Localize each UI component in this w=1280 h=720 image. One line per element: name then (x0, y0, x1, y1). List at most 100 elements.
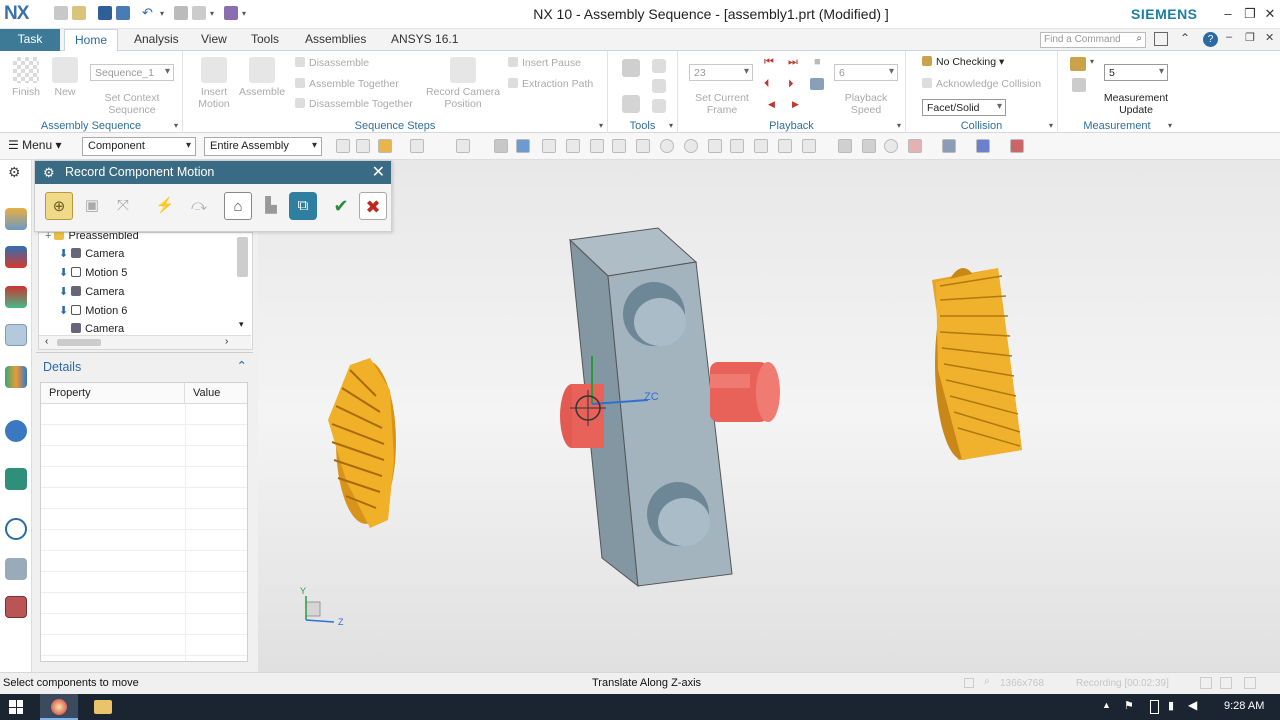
display-icon[interactable] (976, 139, 990, 153)
tab-task[interactable]: Task (0, 29, 60, 51)
tool-icon[interactable] (622, 59, 640, 77)
snap-handle-button[interactable]: ⤧ (109, 192, 137, 220)
selection-scope-select[interactable]: Entire Assembly (204, 137, 322, 156)
acknowledge-collision-button[interactable]: Acknowledge Collision (922, 78, 1041, 90)
chevron-down-icon[interactable]: ▾ (239, 319, 244, 330)
snapshot-button[interactable]: ⧉ (289, 192, 317, 220)
tab-assemblies[interactable]: Assemblies (295, 29, 376, 51)
cancel-button[interactable]: ✖ (359, 192, 387, 220)
close-icon[interactable]: ✕ (372, 161, 385, 184)
set-current-frame-button[interactable]: Set Current Frame (686, 92, 758, 116)
snap-point-icon[interactable] (542, 139, 556, 153)
chevron-down-icon[interactable]: ▾ (599, 121, 603, 130)
sequence-select[interactable]: Sequence_1 (90, 64, 174, 81)
constraint-navigator-icon[interactable] (5, 246, 27, 268)
tool-icon[interactable] (652, 99, 666, 113)
snap-wcs-button[interactable]: ⚡ (151, 192, 179, 220)
minimize-icon[interactable]: – (1217, 3, 1239, 25)
tool-icon[interactable] (622, 95, 640, 113)
disassemble-button[interactable]: Disassemble (295, 57, 369, 69)
spur-gear-right[interactable] (932, 268, 1022, 460)
chevron-down-icon[interactable]: ▾ (242, 9, 246, 18)
step-back-icon[interactable]: ⏴ (764, 78, 770, 91)
tool-icon[interactable] (652, 59, 666, 73)
snap-icon[interactable] (336, 139, 350, 153)
tab-ansys[interactable]: ANSYS 16.1 (381, 29, 468, 51)
network-icon[interactable]: ▮ (1168, 699, 1174, 712)
snap-point-icon[interactable] (636, 139, 650, 153)
part-navigator-icon[interactable] (5, 286, 27, 308)
chevron-up-icon[interactable]: ⌃ (237, 358, 247, 373)
snap-point-icon[interactable] (590, 139, 604, 153)
close-icon[interactable]: ✕ (1259, 3, 1280, 25)
chevron-left-icon[interactable]: ‹ (45, 336, 48, 347)
save-icon[interactable] (98, 6, 112, 20)
battery-icon[interactable] (1150, 700, 1159, 714)
cube-icon[interactable] (516, 139, 530, 153)
graphics-window[interactable]: ZC Y Z (258, 160, 1280, 672)
chevron-down-icon[interactable]: ▾ (174, 121, 178, 130)
tab-analysis[interactable]: Analysis (124, 29, 189, 51)
vertical-scrollbar-thumb[interactable] (237, 237, 248, 277)
start-icon[interactable] (9, 700, 23, 714)
measure-options-icon[interactable] (1072, 78, 1086, 92)
tree-item[interactable]: ⬇ Motion 6 (59, 304, 127, 317)
find-command-input[interactable]: Find a Command ⌕ (1040, 32, 1146, 48)
snap-point-icon[interactable] (612, 139, 626, 153)
insert-pause-button[interactable]: Insert Pause (508, 57, 581, 69)
details-header[interactable]: Details ⌃ (38, 356, 253, 380)
zoom-icon[interactable] (862, 139, 876, 153)
snap-point-icon[interactable] (802, 139, 816, 153)
sequence-navigator-icon[interactable] (5, 324, 27, 346)
facet-solid-select[interactable]: Facet/Solid (922, 99, 1006, 116)
assembly-navigator-icon[interactable] (5, 208, 27, 230)
tab-tools[interactable]: Tools (241, 29, 289, 51)
extraction-path-button[interactable]: Extraction Path (508, 78, 593, 90)
save-all-icon[interactable] (116, 6, 130, 20)
measure-icon[interactable] (1070, 57, 1086, 71)
restore-icon[interactable]: ❐ (1239, 3, 1261, 25)
history-icon[interactable] (5, 518, 27, 540)
chevron-down-icon[interactable]: ▾ (669, 121, 673, 130)
chevron-down-icon[interactable]: ▾ (1168, 121, 1172, 130)
gear-icon[interactable]: ⚙ (43, 161, 55, 184)
rewind-start-icon[interactable]: ⏮ (764, 56, 774, 69)
layout-icon[interactable] (1154, 32, 1168, 46)
assemble-button[interactable]: Assemble (238, 57, 286, 98)
hd3d-tools-icon[interactable] (5, 420, 27, 442)
dialog-title-bar[interactable]: ⚙ Record Component Motion ✕ (35, 161, 391, 184)
frame-input[interactable]: 23 (689, 64, 753, 81)
play-backward-icon[interactable]: ◀ (768, 99, 775, 110)
playback-speed-input[interactable]: 6 (834, 64, 898, 81)
finish-button[interactable]: Finish (6, 57, 46, 98)
measurement-select[interactable]: 5 (1104, 64, 1168, 81)
snap-icon[interactable] (410, 139, 424, 153)
play-forward-icon[interactable]: ▶ (792, 99, 799, 110)
orient-view-icon[interactable] (908, 139, 922, 153)
search-icon[interactable]: ⌕ (1136, 33, 1142, 44)
window-icon[interactable] (1220, 677, 1232, 689)
snap-point-icon[interactable] (754, 139, 768, 153)
snap-icon[interactable] (356, 139, 370, 153)
disassemble-together-button[interactable]: Disassemble Together (295, 98, 413, 110)
horizontal-scrollbar-thumb[interactable] (57, 339, 101, 346)
tree-item[interactable]: Camera (71, 323, 124, 335)
new-button[interactable]: New (46, 57, 84, 98)
system-scenes-icon[interactable] (5, 558, 27, 580)
tree-item[interactable]: ⬇ Camera (59, 247, 124, 260)
window-icon[interactable] (1244, 677, 1256, 689)
gear-icon[interactable]: ⚙ (8, 164, 21, 181)
reuse-library-icon[interactable] (5, 366, 27, 388)
snap-point-icon[interactable] (730, 139, 744, 153)
taskbar-nx-app[interactable] (40, 694, 78, 720)
export-movie-icon[interactable] (810, 78, 824, 90)
roles-icon[interactable] (5, 596, 27, 618)
clock-time[interactable]: 9:28 AM (1224, 700, 1264, 712)
tree-item[interactable]: ⬇ Camera (59, 285, 124, 298)
shaft-right[interactable] (710, 362, 780, 422)
step-forward-icon[interactable]: ⏵ (788, 78, 794, 91)
snap-point-icon[interactable] (660, 139, 674, 153)
web-browser-icon[interactable] (5, 468, 27, 490)
view-icon[interactable] (494, 139, 508, 153)
reset-button[interactable]: ⤼ (185, 192, 213, 220)
